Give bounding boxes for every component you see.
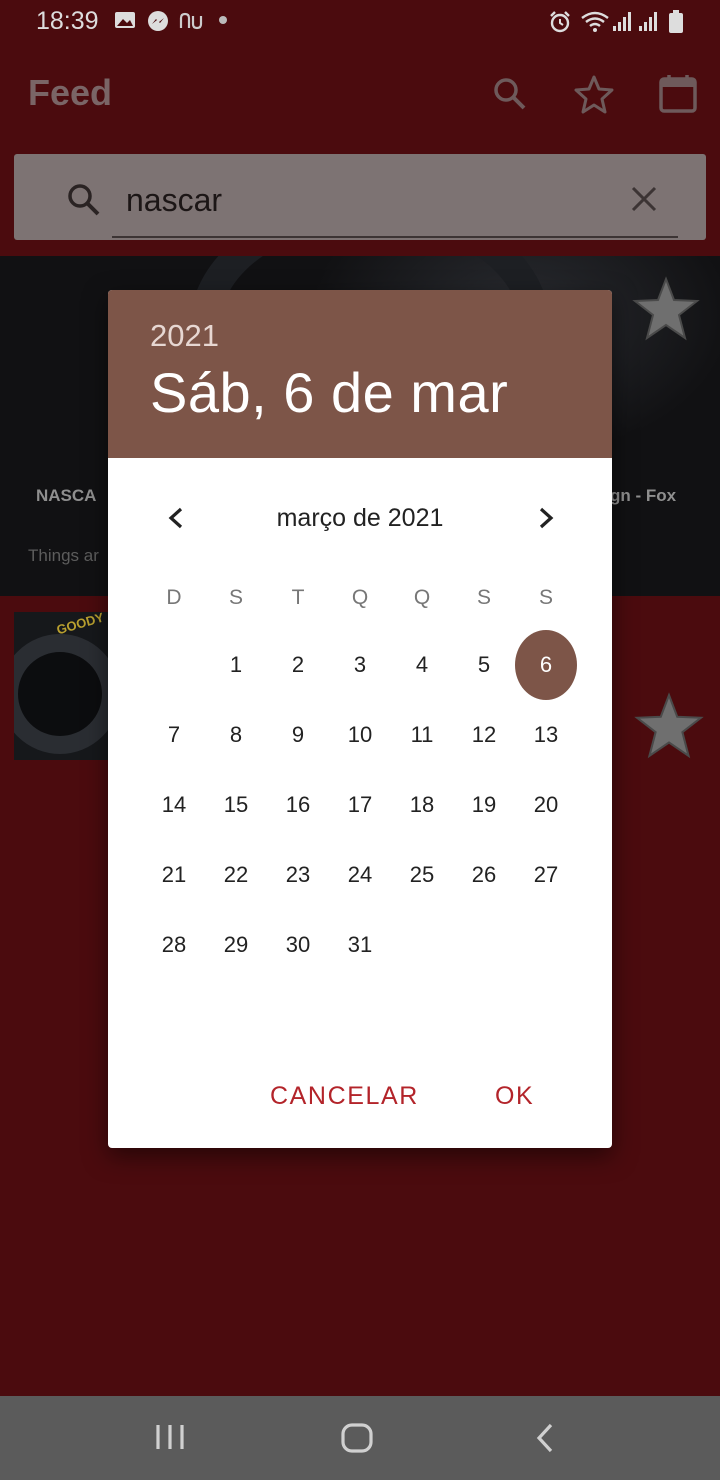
status-time: 18:39: [36, 7, 99, 35]
nu-icon: [178, 10, 206, 37]
calendar-day[interactable]: 24: [329, 840, 391, 910]
star-outline-icon[interactable]: [572, 72, 616, 116]
calendar-day[interactable]: 17: [329, 770, 391, 840]
card-snippet: Things ar: [28, 546, 99, 565]
wifi-icon: [580, 10, 610, 39]
selected-date-label: Sáb, 6 de mar: [150, 361, 509, 424]
calendar-day[interactable]: 13: [515, 700, 577, 770]
weekday-label: Q: [351, 586, 369, 609]
favorite-star-icon[interactable]: [634, 692, 704, 765]
calendar-icon[interactable]: [656, 72, 700, 116]
recents-icon[interactable]: [154, 1422, 186, 1457]
calendar-day[interactable]: 9: [267, 700, 329, 770]
calendar-day[interactable]: 16: [267, 770, 329, 840]
calendar-day[interactable]: 1: [205, 630, 267, 700]
year-label[interactable]: 2021: [150, 318, 219, 354]
weekday-label: S: [538, 586, 553, 609]
calendar-day[interactable]: 30: [267, 910, 329, 980]
month-navigation: março de 2021: [108, 490, 612, 546]
calendar-day[interactable]: 29: [205, 910, 267, 980]
status-bar: 18:39: [0, 0, 720, 44]
weekday-label: D: [166, 586, 182, 609]
calendar-day[interactable]: 31: [329, 910, 391, 980]
date-picker-dialog: 2021 Sáb, 6 de mar março de 2021 DSTQQSS…: [108, 290, 612, 1148]
search-icon[interactable]: [488, 72, 532, 116]
ok-button[interactable]: OK: [495, 1082, 534, 1111]
close-icon[interactable]: [630, 185, 658, 218]
signal-icon-2: [638, 10, 660, 37]
calendar-day[interactable]: 27: [515, 840, 577, 910]
weekday-label: S: [228, 586, 243, 609]
calendar-day[interactable]: 19: [453, 770, 515, 840]
alarm-icon: [548, 10, 572, 39]
calendar-day[interactable]: 5: [453, 630, 515, 700]
cancel-button[interactable]: CANCELAR: [270, 1082, 419, 1111]
calendar-day[interactable]: 4: [391, 630, 453, 700]
calendar-day[interactable]: 20: [515, 770, 577, 840]
dialog-actions: CANCELAR OK: [108, 1068, 612, 1128]
calendar-day[interactable]: 12: [453, 700, 515, 770]
calendar-day[interactable]: 7: [143, 700, 205, 770]
card-title: NASCA: [36, 486, 97, 505]
notification-dot-icon: [219, 16, 227, 24]
home-icon[interactable]: [340, 1422, 374, 1459]
calendar-day[interactable]: 21: [143, 840, 205, 910]
messenger-icon: [146, 10, 170, 39]
calendar-day[interactable]: 8: [205, 700, 267, 770]
weekday-label: Q: [413, 586, 431, 609]
calendar-day[interactable]: 11: [391, 700, 453, 770]
signal-icon: [612, 10, 634, 37]
wheel-image: [14, 634, 120, 754]
battery-icon: [668, 10, 684, 39]
search-box[interactable]: nascar: [14, 154, 706, 240]
search-underline: [112, 236, 678, 238]
weekday-label: S: [476, 586, 491, 609]
calendar-day[interactable]: 2: [267, 630, 329, 700]
thumbnail-brand-text: GOODY: [54, 612, 106, 638]
back-icon[interactable]: [534, 1422, 556, 1459]
calendar-day[interactable]: 23: [267, 840, 329, 910]
calendar-day-selected[interactable]: 6: [515, 630, 577, 700]
calendar-day[interactable]: 22: [205, 840, 267, 910]
gallery-icon: [114, 10, 136, 35]
card-title-end: gn - Fox: [610, 486, 677, 505]
chevron-right-icon[interactable]: [526, 498, 566, 538]
weekday-header: DSTQQSS: [143, 586, 577, 616]
calendar-day[interactable]: 10: [329, 700, 391, 770]
selected-day-circle: 6: [515, 630, 577, 700]
calendar-day[interactable]: 15: [205, 770, 267, 840]
calendar-day[interactable]: 25: [391, 840, 453, 910]
app-title: Feed: [28, 72, 113, 113]
calendar-day[interactable]: 14: [143, 770, 205, 840]
calendar-day[interactable]: 28: [143, 910, 205, 980]
calendar-day[interactable]: 26: [453, 840, 515, 910]
search-input[interactable]: nascar: [126, 182, 222, 219]
system-nav-bar: [0, 1396, 720, 1480]
weekday-label: T: [291, 586, 305, 609]
calendar-day[interactable]: 3: [329, 630, 391, 700]
search-icon: [66, 182, 102, 223]
app-bar: Feed: [0, 44, 720, 144]
dialog-header: 2021 Sáb, 6 de mar: [108, 290, 612, 458]
calendar-day[interactable]: 18: [391, 770, 453, 840]
favorite-star-icon[interactable]: [632, 276, 700, 347]
